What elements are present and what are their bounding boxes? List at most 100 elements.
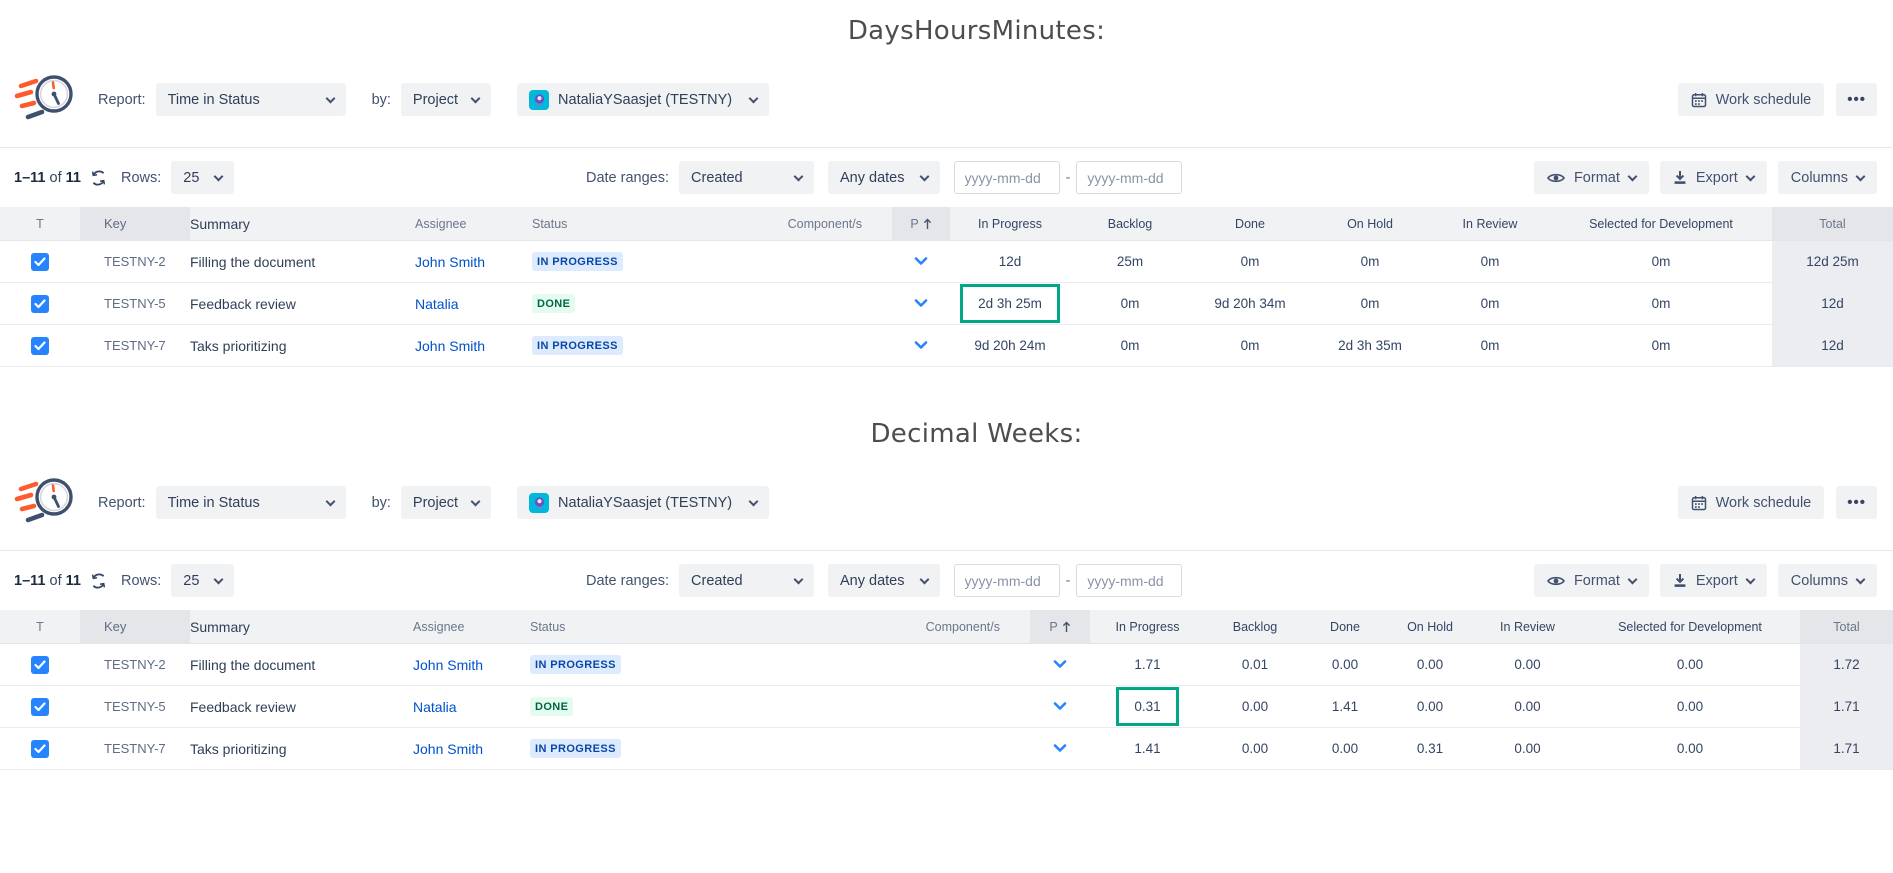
column-header-in-progress[interactable]: In Progress <box>1090 610 1205 643</box>
report-select[interactable]: Time in Status <box>156 486 346 519</box>
expand-row-button[interactable] <box>1030 728 1090 769</box>
row-checkbox[interactable] <box>31 656 49 674</box>
eye-icon <box>1547 575 1565 587</box>
column-header-in-progress[interactable]: In Progress <box>950 207 1070 240</box>
column-header-on-hold[interactable]: On Hold <box>1310 207 1430 240</box>
issue-key: TESTNY-5 <box>80 686 190 727</box>
column-header-priority[interactable]: P <box>1030 610 1090 643</box>
row-checkbox[interactable] <box>31 295 49 313</box>
on-hold-value: 0.31 <box>1385 728 1475 769</box>
assignee-link[interactable]: John Smith <box>413 728 530 769</box>
in-progress-value: 1.41 <box>1090 728 1205 769</box>
rows-per-page-select[interactable]: 25 <box>171 564 234 597</box>
issue-summary: Feedback review <box>190 686 413 727</box>
chevron-down-icon <box>749 93 759 103</box>
project-select[interactable]: NataliaYSaasjet (TESTNY) <box>517 486 769 519</box>
status-cell: IN PROGRESS <box>530 728 760 769</box>
sort-ascending-icon <box>923 218 932 230</box>
column-header-total[interactable]: Total <box>1800 610 1893 643</box>
column-header-priority[interactable]: P <box>892 207 950 240</box>
columns-button[interactable]: Columns <box>1778 161 1877 194</box>
row-checkbox[interactable] <box>31 740 49 758</box>
expand-row-button[interactable] <box>892 325 950 366</box>
chevron-down-icon <box>214 171 224 181</box>
calendar-icon <box>1691 495 1707 511</box>
column-header-done[interactable]: Done <box>1190 207 1310 240</box>
more-actions-button[interactable]: ••• <box>1836 83 1877 116</box>
assignee-link[interactable]: Natalia <box>413 686 530 727</box>
group-by-select[interactable]: Project <box>401 486 491 519</box>
in-progress-value: 1.71 <box>1090 644 1205 685</box>
report-select[interactable]: Time in Status <box>156 83 346 116</box>
date-from-input[interactable] <box>954 564 1060 597</box>
row-select-cell <box>0 644 80 685</box>
date-to-input[interactable] <box>1076 161 1182 194</box>
done-value: 9d 20h 34m <box>1190 283 1310 324</box>
column-header-components[interactable]: Component/s <box>760 610 1030 643</box>
column-header-assignee[interactable]: Assignee <box>413 610 530 643</box>
assignee-link[interactable]: John Smith <box>415 325 532 366</box>
row-checkbox[interactable] <box>31 337 49 355</box>
assignee-link[interactable]: John Smith <box>413 644 530 685</box>
column-header-summary[interactable]: Summary <box>190 610 413 643</box>
report-label: Report: <box>98 495 146 511</box>
export-button[interactable]: Export <box>1660 564 1767 597</box>
format-button[interactable]: Format <box>1534 564 1649 597</box>
column-header-key[interactable]: Key <box>80 610 190 643</box>
more-icon: ••• <box>1847 494 1866 511</box>
column-header-select-all[interactable]: T <box>0 207 80 240</box>
work-schedule-button[interactable]: Work schedule <box>1678 83 1825 116</box>
section-title: DaysHoursMinutes: <box>0 0 1893 50</box>
column-header-selected-for-development[interactable]: Selected for Development <box>1580 610 1800 643</box>
row-checkbox[interactable] <box>31 698 49 716</box>
column-header-on-hold[interactable]: On Hold <box>1385 610 1475 643</box>
table-body: TESTNY-2 Filling the document John Smith… <box>0 644 1893 770</box>
expand-row-button[interactable] <box>892 283 950 324</box>
time-in-status-table: T Key Summary Assignee Status Component/… <box>0 610 1893 770</box>
refresh-button[interactable] <box>90 170 107 186</box>
component-cell <box>760 644 1030 685</box>
issue-key: TESTNY-7 <box>80 728 190 769</box>
row-select-cell <box>0 686 80 727</box>
more-actions-button[interactable]: ••• <box>1836 486 1877 519</box>
column-header-done[interactable]: Done <box>1305 610 1385 643</box>
column-header-selected-for-development[interactable]: Selected for Development <box>1550 207 1772 240</box>
date-from-input[interactable] <box>954 161 1060 194</box>
assignee-link[interactable]: Natalia <box>415 283 532 324</box>
work-schedule-button[interactable]: Work schedule <box>1678 486 1825 519</box>
rows-per-page-select[interactable]: 25 <box>171 161 234 194</box>
project-select[interactable]: NataliaYSaasjet (TESTNY) <box>517 83 769 116</box>
issue-summary: Feedback review <box>190 283 415 324</box>
row-checkbox[interactable] <box>31 253 49 271</box>
expand-row-button[interactable] <box>892 241 950 282</box>
status-cell: DONE <box>532 283 762 324</box>
column-header-backlog[interactable]: Backlog <box>1205 610 1305 643</box>
date-mode-select[interactable]: Any dates <box>828 564 940 597</box>
expand-row-button[interactable] <box>1030 644 1090 685</box>
column-header-status[interactable]: Status <box>532 207 762 240</box>
component-cell <box>762 283 892 324</box>
refresh-button[interactable] <box>90 573 107 589</box>
column-header-backlog[interactable]: Backlog <box>1070 207 1190 240</box>
date-field-select[interactable]: Created <box>679 564 814 597</box>
date-mode-select[interactable]: Any dates <box>828 161 940 194</box>
column-header-select-all[interactable]: T <box>0 610 80 643</box>
column-header-components[interactable]: Component/s <box>762 207 892 240</box>
column-header-in-review[interactable]: In Review <box>1430 207 1550 240</box>
column-header-total[interactable]: Total <box>1772 207 1893 240</box>
group-by-select[interactable]: Project <box>401 83 491 116</box>
column-header-status[interactable]: Status <box>530 610 760 643</box>
column-header-summary[interactable]: Summary <box>190 207 415 240</box>
export-button[interactable]: Export <box>1660 161 1767 194</box>
format-button[interactable]: Format <box>1534 161 1649 194</box>
column-header-in-review[interactable]: In Review <box>1475 610 1580 643</box>
columns-button[interactable]: Columns <box>1778 564 1877 597</box>
column-header-key[interactable]: Key <box>80 207 190 240</box>
assignee-link[interactable]: John Smith <box>415 241 532 282</box>
date-to-input[interactable] <box>1076 564 1182 597</box>
chevron-down-icon <box>919 171 929 181</box>
date-field-select[interactable]: Created <box>679 161 814 194</box>
expand-row-button[interactable] <box>1030 686 1090 727</box>
more-icon: ••• <box>1847 91 1866 108</box>
column-header-assignee[interactable]: Assignee <box>415 207 532 240</box>
